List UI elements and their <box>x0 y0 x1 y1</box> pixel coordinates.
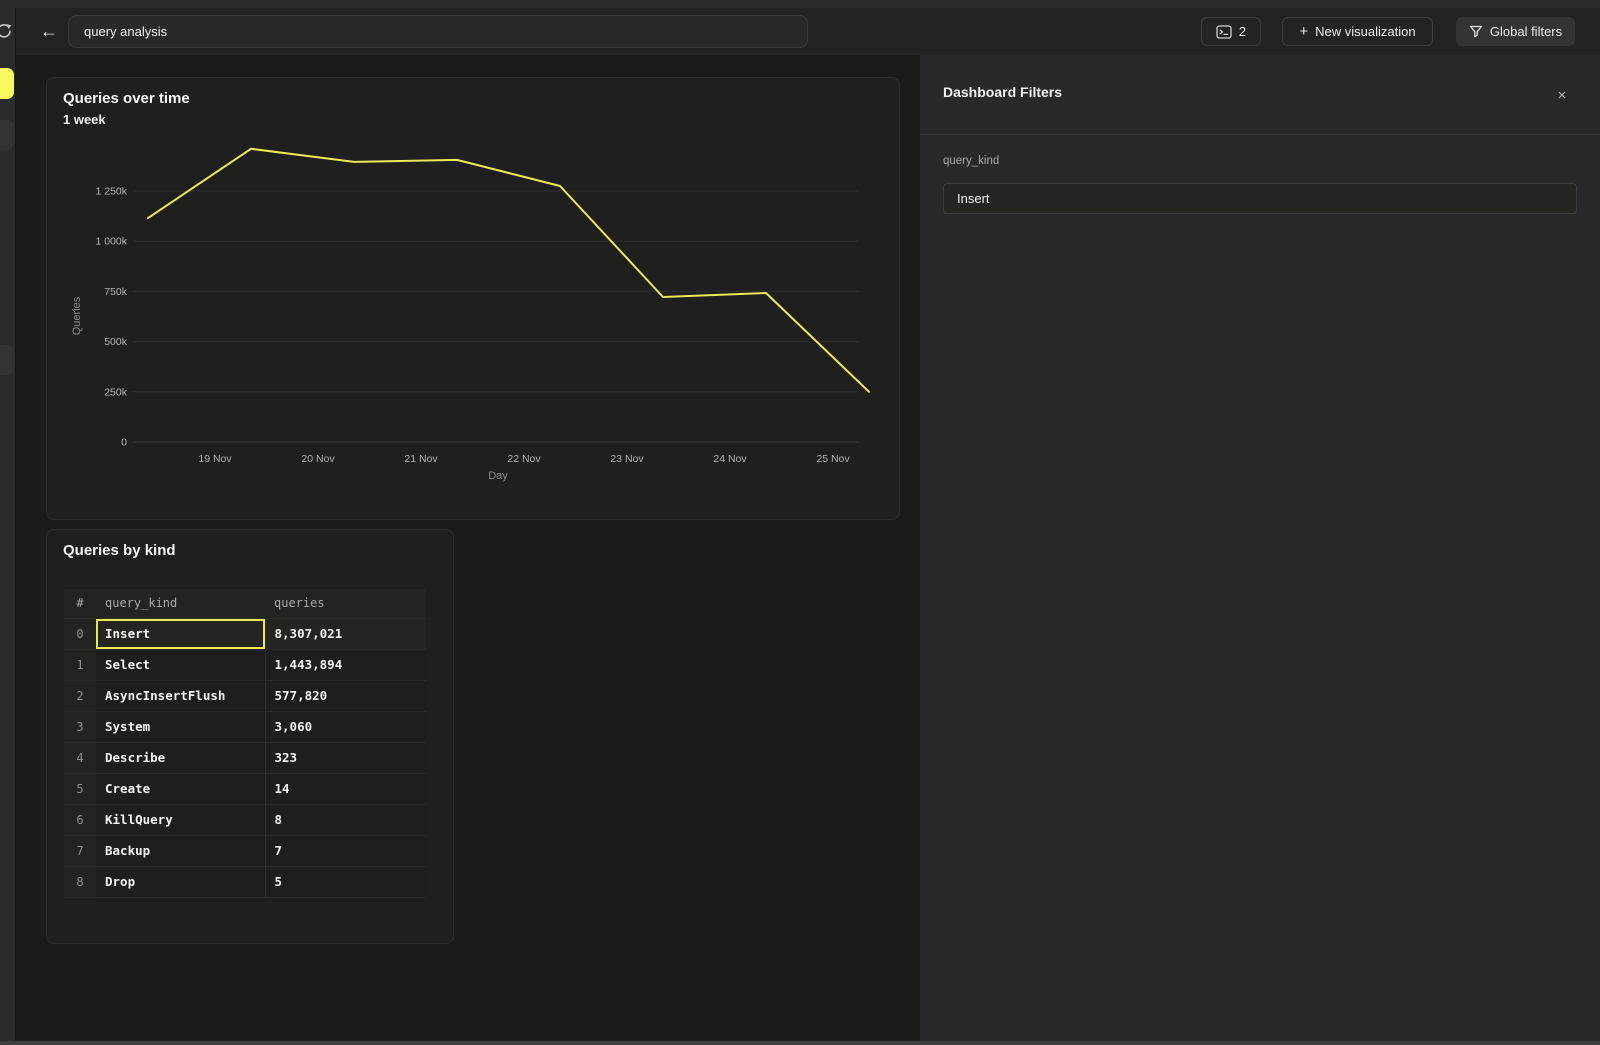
x-axis-tick-label: 20 Nov <box>301 453 335 465</box>
x-axis-tick-label: 21 Nov <box>404 453 438 465</box>
queries-count-cell[interactable]: 323 <box>265 742 426 773</box>
query-kind-filter-input[interactable] <box>943 183 1577 214</box>
queries-count-cell[interactable]: 7 <box>265 835 426 866</box>
y-axis-tick-label: 750k <box>104 286 128 298</box>
sidebar-item-active[interactable] <box>0 68 14 99</box>
table-row: 2AsyncInsertFlush577,820 <box>64 680 426 711</box>
row-index: 1 <box>64 649 96 680</box>
queries-count-cell[interactable]: 5 <box>265 866 426 897</box>
row-index: 7 <box>64 835 96 866</box>
global-filters-label: Global filters <box>1490 24 1562 39</box>
x-axis-tick-label: 22 Nov <box>507 453 541 465</box>
dashboard-filters-panel: Dashboard Filters × query_kind <box>920 55 1600 1045</box>
query-kind-cell[interactable]: Create <box>96 773 265 804</box>
table-title: Queries by kind <box>63 541 176 561</box>
queries-count-cell[interactable]: 8,307,021 <box>265 618 426 649</box>
query-kind-cell[interactable]: AsyncInsertFlush <box>96 680 265 711</box>
left-sidebar <box>0 8 16 1045</box>
sidebar-item-3[interactable] <box>0 345 14 375</box>
query-kind-cell[interactable]: Describe <box>96 742 265 773</box>
queries-table-body: 0Insert8,307,0211Select1,443,8942AsyncIn… <box>64 618 426 897</box>
column-header-queries: queries <box>265 589 426 618</box>
table-row: 3System3,060 <box>64 711 426 742</box>
y-axis-tick-label: 0 <box>121 437 127 449</box>
table-row: 1Select1,443,894 <box>64 649 426 680</box>
filters-panel-title: Dashboard Filters <box>943 84 1062 100</box>
queries-count-cell[interactable]: 8 <box>265 804 426 835</box>
row-index: 6 <box>64 804 96 835</box>
panel-divider <box>920 134 1600 135</box>
queries-count-cell[interactable]: 14 <box>265 773 426 804</box>
filter-field-label: query_kind <box>943 155 999 167</box>
close-icon[interactable]: × <box>1552 86 1572 106</box>
query-kind-cell[interactable]: Insert <box>96 618 265 649</box>
table-row: 0Insert8,307,021 <box>64 618 426 649</box>
table-row: 4Describe323 <box>64 742 426 773</box>
y-axis-tick-label: 1 000k <box>95 236 127 248</box>
table-header-row: # query_kind queries <box>64 589 426 618</box>
global-filters-button[interactable]: Global filters <box>1456 17 1575 46</box>
query-kind-cell[interactable]: Select <box>96 649 265 680</box>
query-kind-cell[interactable]: System <box>96 711 265 742</box>
query-kind-cell[interactable]: KillQuery <box>96 804 265 835</box>
row-index: 0 <box>64 618 96 649</box>
dashboard-title-input[interactable] <box>68 15 808 48</box>
row-index: 2 <box>64 680 96 711</box>
table-row: 6KillQuery8 <box>64 804 426 835</box>
column-header-index: # <box>64 589 96 618</box>
queries-by-kind-card: Queries by kind # query_kind queries 0In… <box>46 529 454 944</box>
column-header-query-kind: query_kind <box>96 589 265 618</box>
table-row: 8Drop5 <box>64 866 426 897</box>
y-axis-tick-label: 1 250k <box>95 186 127 198</box>
y-axis-tick-label: 500k <box>104 336 128 348</box>
console-icon <box>1216 25 1232 39</box>
x-axis-tick-label: 23 Nov <box>610 453 644 465</box>
plus-icon: + <box>1299 23 1308 40</box>
console-count: 2 <box>1239 24 1246 39</box>
queries-count-cell[interactable]: 3,060 <box>265 711 426 742</box>
query-kind-cell[interactable]: Backup <box>96 835 265 866</box>
queries-over-time-card: Queries over time 1 week 0250k500k750k1 … <box>46 77 900 520</box>
x-axis-tick-label: 19 Nov <box>198 453 232 465</box>
filter-funnel-icon <box>1469 25 1483 38</box>
x-axis-title: Day <box>488 470 508 482</box>
query-kind-cell[interactable]: Drop <box>96 866 265 897</box>
table-row: 5Create14 <box>64 773 426 804</box>
row-index: 3 <box>64 711 96 742</box>
queries-count-cell[interactable]: 1,443,894 <box>265 649 426 680</box>
queries-line-series <box>148 149 869 392</box>
history-refresh-icon[interactable] <box>0 22 14 42</box>
row-index: 8 <box>64 866 96 897</box>
sidebar-item-2[interactable] <box>0 120 14 150</box>
console-tabs-button[interactable]: 2 <box>1201 17 1261 46</box>
dashboard-canvas: Queries over time 1 week 0250k500k750k1 … <box>16 55 920 1045</box>
table-row: 7Backup7 <box>64 835 426 866</box>
y-axis-tick-label: 250k <box>104 386 128 398</box>
x-axis-tick-label: 25 Nov <box>816 453 850 465</box>
y-axis-title: Queries <box>71 296 83 335</box>
row-index: 4 <box>64 742 96 773</box>
new-visualization-button[interactable]: + New visualization <box>1282 17 1433 46</box>
back-button[interactable]: ← <box>36 20 62 44</box>
window-bottom-edge <box>0 1041 1600 1045</box>
x-axis-tick-label: 24 Nov <box>713 453 747 465</box>
row-index: 5 <box>64 773 96 804</box>
new-visualization-label: New visualization <box>1315 24 1415 39</box>
queries-count-cell[interactable]: 577,820 <box>265 680 426 711</box>
queries-over-time-chart: 0 250k 500k 750k 1 000k 1 250k Queries 19 Nov 20… <box>47 78 899 519</box>
queries-by-kind-table: # query_kind queries 0Insert8,307,0211Se… <box>64 589 426 898</box>
topbar: ← 2 + New visualization Global filters <box>16 8 1600 55</box>
